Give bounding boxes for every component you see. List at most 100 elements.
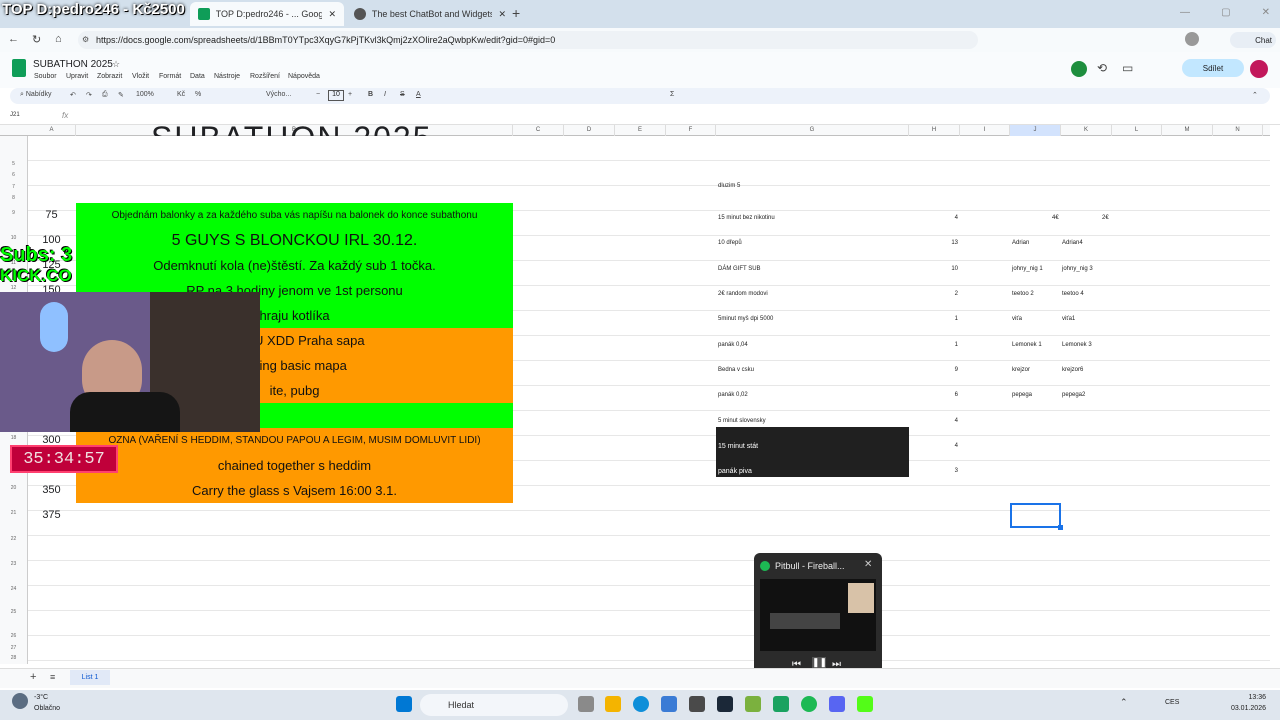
col-header-m[interactable]: M <box>1162 125 1213 136</box>
clock-date[interactable]: 03.01.2026 <box>1222 705 1266 712</box>
bold-button[interactable]: B <box>368 91 373 98</box>
tab-sheets[interactable]: TOP D:pedro246 - ... Google Tabulky ✕ <box>190 2 344 26</box>
menu-upravit[interactable]: Upravit <box>66 73 88 80</box>
steam-icon[interactable] <box>717 696 733 712</box>
sheets-logo-icon[interactable] <box>12 59 26 77</box>
col-header-e[interactable]: E <box>615 125 666 136</box>
app-icon[interactable] <box>689 696 705 712</box>
keyboard-language[interactable]: CES <box>1165 699 1179 706</box>
menu-format[interactable]: Formát <box>159 73 181 80</box>
all-sheets-icon[interactable]: ≡ <box>50 672 55 682</box>
menu-rozsireni[interactable]: Rozšíření <box>250 73 280 80</box>
font-size-field[interactable]: 10 <box>328 90 344 101</box>
challenge-name: panák piva <box>718 468 752 475</box>
copilot-chat-button[interactable]: Chat <box>1230 32 1276 48</box>
text-color-button[interactable]: A <box>416 91 421 98</box>
edge-icon[interactable] <box>633 696 649 712</box>
col-header-a[interactable]: A <box>28 125 76 136</box>
redo-icon[interactable]: ↷ <box>86 91 92 99</box>
taskbar-search[interactable]: Hledat <box>420 694 568 716</box>
donor-name-k: johny_nig 3 <box>1062 266 1093 272</box>
name-box[interactable]: J21 <box>10 112 20 118</box>
task-view-icon[interactable] <box>578 696 594 712</box>
document-title[interactable]: SUBATHON 2025 <box>33 59 113 70</box>
weather-temp[interactable]: -3°C <box>34 694 48 701</box>
collapse-toolbar-icon[interactable]: ⌃ <box>1252 91 1258 99</box>
discord-icon[interactable] <box>829 696 845 712</box>
currency-format[interactable]: Kč <box>177 91 185 98</box>
spotify-taskbar-icon[interactable] <box>801 696 817 712</box>
goal-cell[interactable] <box>76 503 513 528</box>
font-size-decrease[interactable]: − <box>316 91 320 98</box>
share-button[interactable]: Sdílet <box>1182 59 1244 77</box>
undo-icon[interactable]: ↶ <box>70 91 76 99</box>
menus-search[interactable]: ⌕ Nabídky <box>20 91 52 99</box>
percent-format[interactable]: % <box>195 91 201 98</box>
col-header-c[interactable]: C <box>513 125 564 136</box>
goal-cell[interactable]: Odemknutí kola (ne)štěstí. Za každý sub … <box>76 253 513 278</box>
challenge-name: 15 minut stát <box>718 443 759 450</box>
col-header-k[interactable]: K <box>1061 125 1112 136</box>
user-avatar[interactable] <box>1250 60 1268 78</box>
home-icon[interactable]: ⌂ <box>55 33 62 45</box>
profile-avatar[interactable] <box>1185 32 1199 46</box>
reload-icon[interactable]: ↻ <box>32 33 41 46</box>
col-header-i[interactable]: I <box>960 125 1010 136</box>
sheet-tab-list1[interactable]: List 1 <box>70 670 110 685</box>
paint-format-icon[interactable]: ✎ <box>118 91 124 99</box>
menu-napoveda[interactable]: Nápověda <box>288 73 320 80</box>
weather-desc[interactable]: Oblačno <box>34 705 60 712</box>
meet-icon[interactable] <box>1071 61 1087 77</box>
strikethrough-button[interactable]: S <box>400 91 405 98</box>
app2-icon[interactable] <box>745 696 761 712</box>
goal-cell[interactable]: Objednám balonky a za každého suba vás n… <box>76 203 513 228</box>
add-sheet-button[interactable]: + <box>30 671 36 683</box>
history-icon[interactable]: ⟲ <box>1097 61 1107 75</box>
print-icon[interactable]: ⎙ <box>102 91 108 99</box>
col-header-f[interactable]: F <box>666 125 716 136</box>
goal-number: 375 <box>42 509 61 521</box>
menu-data[interactable]: Data <box>190 73 205 80</box>
kick-overlay: KICK.CO <box>0 266 72 285</box>
site-info-icon[interactable]: ⚙ <box>82 35 89 44</box>
col-header-l[interactable]: L <box>1112 125 1162 136</box>
zoom-select[interactable]: 100% <box>136 91 154 98</box>
goal-cell[interactable]: 5 GUYS S BLONCKOU IRL 30.12. <box>76 228 513 253</box>
font-size-increase[interactable]: + <box>348 91 352 98</box>
font-select[interactable]: Výcho... <box>266 91 291 98</box>
col-header-j[interactable]: J <box>1010 125 1061 136</box>
menu-nastroje[interactable]: Nástroje <box>214 73 240 80</box>
file-explorer-icon[interactable] <box>605 696 621 712</box>
fill-handle[interactable] <box>1058 525 1063 530</box>
star-icon[interactable]: ☆ <box>112 59 120 70</box>
tab-chatbot[interactable]: The best ChatBot and Widgets for ✕ <box>346 2 514 26</box>
clock-time[interactable]: 13:36 <box>1222 694 1266 701</box>
spotify-icon <box>760 561 770 571</box>
goal-cell[interactable]: chained together s heddim <box>76 453 513 478</box>
close-player-icon[interactable]: ✕ <box>864 559 872 570</box>
tray-overflow-icon[interactable]: ⌃ <box>1120 697 1128 708</box>
col-header-d[interactable]: D <box>564 125 615 136</box>
window-controls[interactable]: — ▢ ✕ <box>1180 7 1270 18</box>
start-icon[interactable] <box>396 696 412 712</box>
app3-icon[interactable] <box>773 696 789 712</box>
back-icon[interactable]: ← <box>8 33 19 45</box>
store-icon[interactable] <box>661 696 677 712</box>
url-field[interactable]: https://docs.google.com/spreadsheets/d/1… <box>78 31 978 49</box>
close-tab-icon[interactable]: ✕ <box>498 9 506 20</box>
italic-button[interactable]: I <box>384 91 386 98</box>
kick-icon[interactable] <box>857 696 873 712</box>
col-header-g[interactable]: G <box>716 125 909 136</box>
col-header-h[interactable]: H <box>909 125 960 136</box>
menu-soubor[interactable]: Soubor <box>34 73 57 80</box>
new-tab-button[interactable]: + <box>512 5 520 21</box>
goal-cell[interactable]: Carry the glass s Vajsem 16:00 3.1. <box>76 478 513 503</box>
menu-vlozit[interactable]: Vložit <box>132 73 149 80</box>
comment-icon[interactable]: ▭ <box>1122 61 1133 75</box>
selected-cell-j21[interactable] <box>1010 503 1061 528</box>
menu-zobrazit[interactable]: Zobrazit <box>97 73 122 80</box>
col-header-n[interactable]: N <box>1213 125 1263 136</box>
functions-icon[interactable]: Σ <box>670 91 674 98</box>
close-tab-icon[interactable]: ✕ <box>328 9 336 20</box>
challenge-count: 4 <box>954 418 958 424</box>
